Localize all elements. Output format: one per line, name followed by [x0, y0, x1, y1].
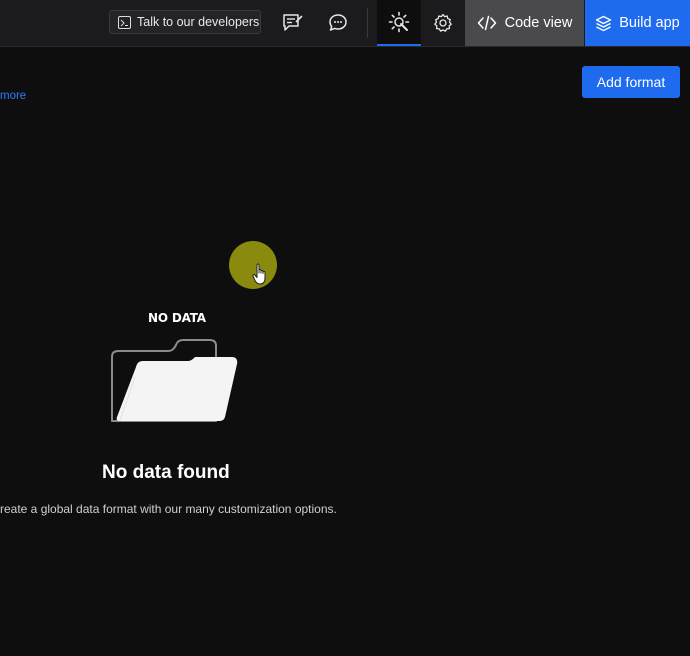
learn-more-link[interactable]: more — [0, 90, 26, 102]
community-chat-button[interactable] — [323, 0, 353, 46]
topbar-divider — [367, 8, 368, 38]
settings-button[interactable] — [428, 0, 458, 46]
code-view-button[interactable]: Code view — [465, 0, 584, 46]
add-format-button[interactable]: Add format — [582, 66, 680, 98]
talk-to-developers-button[interactable]: Talk to our developers — [109, 10, 261, 34]
wrench-gear-icon — [388, 11, 410, 33]
hand-cursor-icon — [252, 263, 266, 285]
code-view-label: Code view — [504, 15, 573, 31]
top-bar: Talk to our developers Code view Build a… — [0, 0, 690, 47]
feedback-icon — [283, 14, 303, 31]
empty-folder-icon — [111, 339, 238, 422]
feedback-button[interactable] — [278, 0, 308, 46]
build-app-label: Build app — [619, 15, 680, 31]
no-data-illustration-label: NO DATA — [148, 311, 206, 325]
code-icon — [477, 15, 496, 31]
chat-bubbles-icon — [329, 14, 347, 31]
build-app-button[interactable]: Build app — [585, 0, 690, 46]
empty-state-description: reate a global data format with our many… — [0, 502, 337, 516]
tools-settings-tab[interactable] — [377, 0, 421, 46]
layers-icon — [596, 15, 612, 31]
talk-to-developers-label: Talk to our developers — [137, 15, 260, 29]
empty-state-title: No data found — [102, 462, 230, 483]
chat-screen-icon — [118, 15, 131, 29]
gear-icon — [434, 13, 452, 32]
